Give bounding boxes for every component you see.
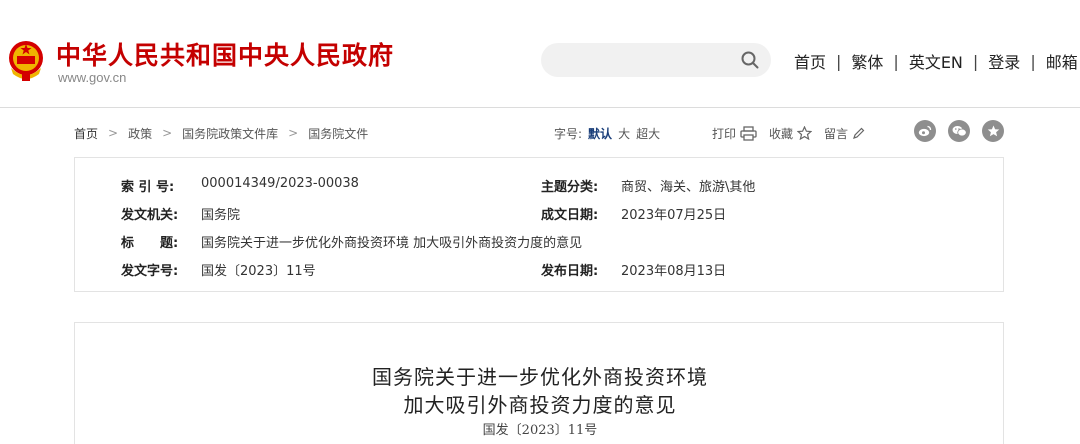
comment-button[interactable]: 留言 [824, 125, 865, 142]
favorite-share-button[interactable] [982, 120, 1004, 142]
font-size-selector: 字号: 默认 大 超大 [554, 125, 666, 142]
wechat-icon [952, 126, 967, 137]
printer-icon [740, 125, 757, 141]
print-label: 打印 [712, 126, 737, 141]
top-nav: 首页 | 繁体 | 英文EN | 登录 | 邮箱 [794, 49, 1078, 73]
weibo-share-button[interactable] [914, 120, 936, 142]
nav-english[interactable]: 英文EN [909, 49, 963, 73]
breadcrumb-policy[interactable]: 政策 [128, 125, 152, 142]
doc-number-label: 发文字号: [121, 264, 179, 279]
doc-number-value: 国发〔2023〕11号 [201, 264, 316, 279]
info-index: 索 引 号: 000014349/2023-00038 [121, 176, 359, 195]
published-date-label: 发布日期: [541, 264, 599, 279]
written-date-label: 成文日期: [541, 208, 599, 223]
weibo-icon [918, 125, 932, 137]
article-body: 国务院关于进一步优化外商投资环境 加大吸引外商投资力度的意见 国发〔2023〕1… [74, 322, 1004, 444]
issuer-label: 发文机关: [121, 208, 179, 223]
nav-login[interactable]: 登录 [988, 49, 1020, 73]
star-icon [987, 125, 999, 137]
article-doc-number: 国发〔2023〕11号 [482, 423, 598, 438]
info-title: 标 题: 国务院关于进一步优化外商投资环境 加大吸引外商投资力度的意见 [121, 232, 582, 251]
nav-mail[interactable]: 邮箱 [1046, 49, 1078, 73]
article-title-line-1: 国务院关于进一步优化外商投资环境 [372, 365, 708, 389]
topic-value: 商贸、海关、旅游\其他 [621, 180, 756, 195]
info-written-date: 成文日期: 2023年07月25日 [541, 204, 726, 223]
nav-traditional[interactable]: 繁体 [851, 49, 883, 73]
written-date-value: 2023年07月25日 [621, 208, 727, 223]
pencil-icon [853, 127, 865, 139]
font-size-label: 字号: [554, 126, 583, 141]
breadcrumb-policy-library[interactable]: 国务院政策文件库 [182, 125, 278, 142]
share-buttons [902, 120, 1004, 142]
nav-separator: | [893, 51, 899, 71]
article-title-line-2: 加大吸引外商投资力度的意见 [403, 393, 677, 417]
nav-separator: | [1030, 51, 1036, 71]
index-value: 000014349/2023-00038 [201, 176, 359, 191]
print-button[interactable]: 打印 [712, 125, 757, 142]
info-topic: 主题分类: 商贸、海关、旅游\其他 [541, 176, 755, 195]
font-size-default[interactable]: 默认 [588, 125, 612, 142]
font-size-large[interactable]: 大 [618, 125, 630, 142]
wechat-share-button[interactable] [948, 120, 970, 142]
title-value: 国务院关于进一步优化外商投资环境 加大吸引外商投资力度的意见 [201, 236, 583, 251]
info-issuer: 发文机关: 国务院 [121, 204, 240, 223]
info-doc-number: 发文字号: 国发〔2023〕11号 [121, 260, 316, 279]
site-title[interactable]: 中华人民共和国中央人民政府 [56, 36, 394, 72]
site-header: 中华人民共和国中央人民政府 www.gov.cn 首页 | 繁体 | 英文EN … [0, 0, 1080, 108]
nav-separator: | [972, 51, 979, 71]
breadcrumb-home[interactable]: 首页 [74, 125, 98, 142]
breadcrumb: 首页 > 政策 > 国务院政策文件库 > 国务院文件 [74, 125, 368, 142]
article-tools: 打印 收藏 留言 [712, 125, 877, 142]
issuer-value: 国务院 [201, 208, 241, 223]
topic-label: 主题分类: [541, 180, 599, 195]
search-input[interactable] [541, 43, 771, 77]
favorite-button[interactable]: 收藏 [769, 125, 813, 142]
breadcrumb-separator: > [108, 126, 119, 140]
breadcrumb-state-council-docs[interactable]: 国务院文件 [308, 125, 368, 142]
favorite-label: 收藏 [769, 126, 794, 141]
document-info-box: 索 引 号: 000014349/2023-00038 主题分类: 商贸、海关、… [74, 157, 1004, 292]
national-emblem-icon[interactable] [6, 38, 46, 82]
info-published-date: 发布日期: 2023年08月13日 [541, 260, 726, 279]
star-outline-icon [797, 126, 813, 140]
published-date-value: 2023年08月13日 [621, 264, 727, 279]
breadcrumb-separator: > [288, 126, 299, 140]
nav-home[interactable]: 首页 [794, 49, 826, 73]
breadcrumb-bar: 首页 > 政策 > 国务院政策文件库 > 国务院文件 字号: 默认 大 超大 打… [74, 118, 1006, 148]
index-label: 索 引 号: [121, 180, 175, 195]
site-url[interactable]: www.gov.cn [58, 70, 126, 85]
breadcrumb-separator: > [162, 126, 173, 140]
comment-label: 留言 [824, 126, 849, 141]
title-label: 标 题: [121, 236, 179, 251]
nav-separator: | [836, 51, 842, 71]
font-size-xlarge[interactable]: 超大 [636, 125, 660, 142]
search-icon[interactable] [741, 51, 759, 69]
